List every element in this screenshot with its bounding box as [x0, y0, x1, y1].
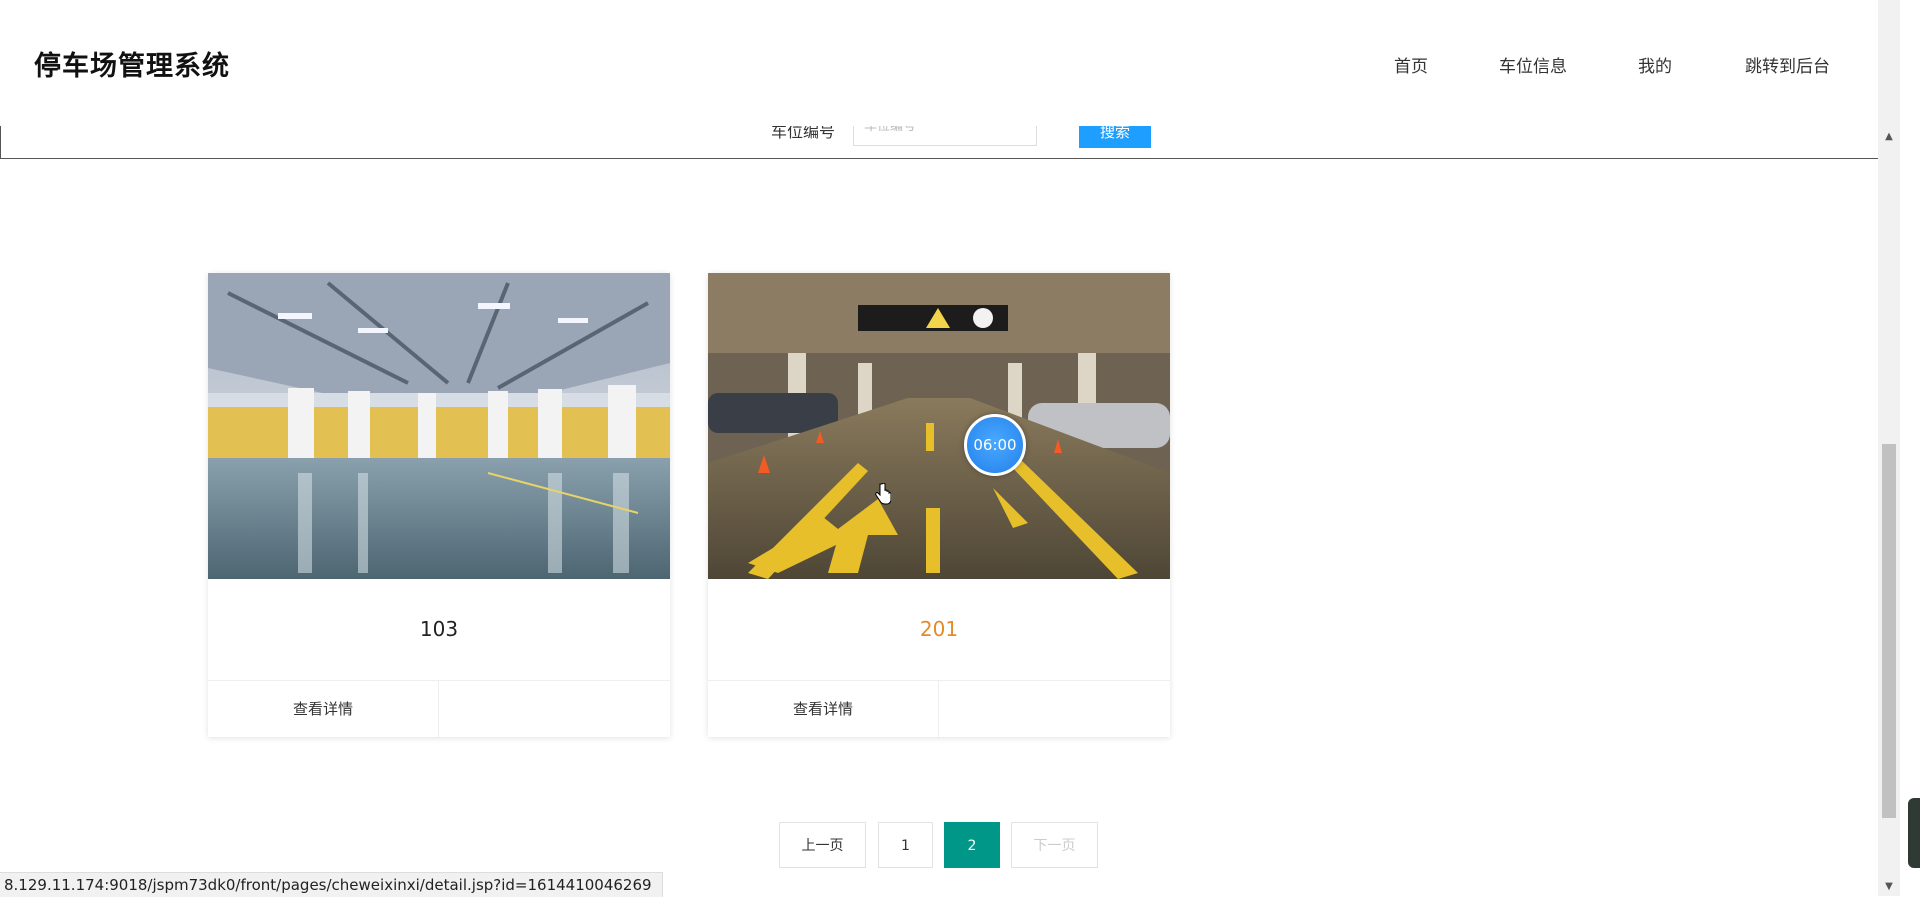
card-action-empty [939, 681, 1170, 738]
nav-mine[interactable]: 我的 [1638, 52, 1672, 77]
side-panel-tab[interactable] [1908, 798, 1920, 868]
card-actions: 查看详情 [208, 680, 670, 738]
hand-cursor-icon [875, 483, 891, 505]
parking-photo[interactable] [708, 273, 1170, 579]
nav-parking-spots[interactable]: 车位信息 [1499, 52, 1567, 77]
nav-home[interactable]: 首页 [1394, 52, 1428, 77]
prev-page-button[interactable]: 上一页 [779, 822, 866, 868]
search-label: 车位编号 [771, 126, 836, 141]
parking-photo[interactable] [208, 273, 670, 579]
parking-spot-number[interactable]: 201 [708, 617, 1170, 641]
search-button[interactable]: 搜索 [1079, 126, 1151, 148]
pagination: 上一页 1 2 下一页 [0, 822, 1900, 868]
scroll-up-arrow-icon[interactable]: ▲ [1878, 128, 1900, 146]
main-nav: 首页 车位信息 我的 跳转到后台 [0, 52, 1900, 82]
page-1-button[interactable]: 1 [878, 822, 933, 868]
view-details-button[interactable]: 查看详情 [208, 681, 439, 738]
parking-card[interactable]: 103 查看详情 [208, 273, 670, 738]
parking-card[interactable]: 201 查看详情 [708, 273, 1170, 738]
timer-badge[interactable]: 06:00 [964, 414, 1026, 476]
view-details-button[interactable]: 查看详情 [708, 681, 939, 738]
scroll-thumb[interactable] [1882, 444, 1896, 818]
status-bar-url: 8.129.11.174:9018/jspm73dk0/front/pages/… [0, 872, 663, 897]
site-header: 停车场管理系统 首页 车位信息 我的 跳转到后台 [0, 0, 1900, 126]
parking-spot-number[interactable]: 103 [208, 617, 670, 641]
scroll-down-arrow-icon[interactable]: ▼ [1878, 878, 1900, 896]
page-2-button-active[interactable]: 2 [944, 822, 1000, 868]
vertical-scrollbar[interactable]: ▲ ▼ [1878, 0, 1900, 896]
search-bar: 车位编号 车位编号 搜索 [0, 126, 1879, 159]
card-actions: 查看详情 [708, 680, 1170, 738]
card-action-empty [439, 681, 670, 738]
search-input[interactable]: 车位编号 [853, 126, 1037, 146]
nav-admin[interactable]: 跳转到后台 [1745, 52, 1830, 77]
next-page-button[interactable]: 下一页 [1011, 822, 1098, 868]
